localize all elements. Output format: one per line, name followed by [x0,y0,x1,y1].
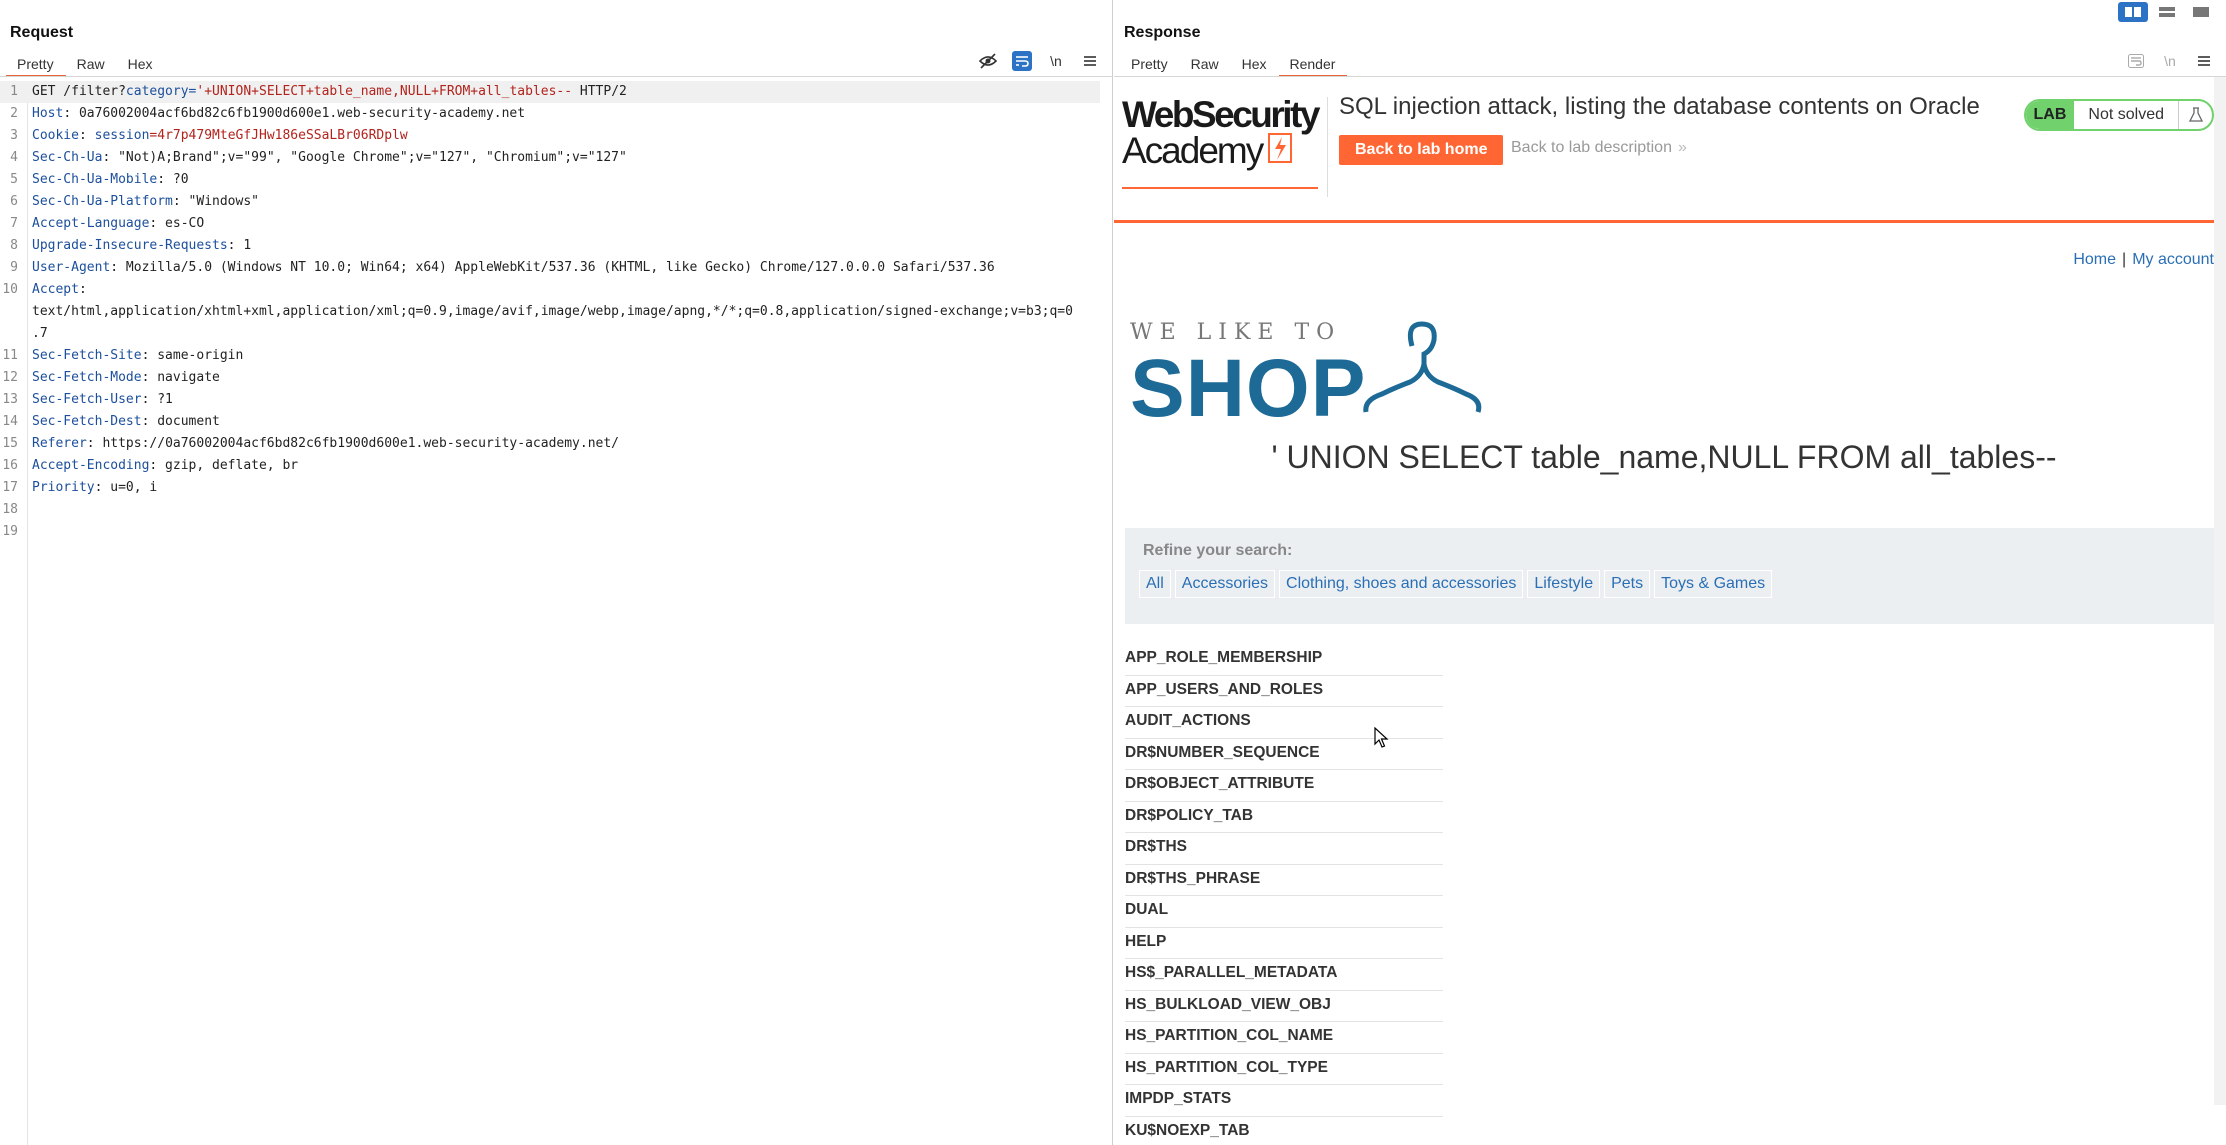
table-row: HELP [1125,928,1443,959]
code-line: 10 Accept: [2,282,87,297]
tab-hex[interactable]: Hex [117,52,165,76]
academy-logo: WebSecurity Academy [1122,96,1322,189]
code-line: 19 [2,524,18,539]
request-tools: \n [978,50,1100,72]
request-panel: Request Pretty Raw Hex \n 1 GET /filter?c… [0,0,1113,1145]
table-names-list: APP_ROLE_MEMBERSHIP APP_USERS_AND_ROLES … [1125,644,1443,1145]
lab-header: WebSecurity Academy SQL injection attack… [1114,77,2214,223]
back-to-lab-home-button[interactable]: Back to lab home [1339,135,1504,165]
tab-pretty[interactable]: Pretty [6,52,66,77]
tab-raw[interactable]: Raw [1180,52,1231,76]
code-line: 17 Priority: u=0, i [2,480,158,495]
response-tabs: Pretty Raw Hex Render [1120,52,1348,77]
table-row: HS_BULKLOAD_VIEW_OBJ [1125,991,1443,1022]
wrap-disabled-icon[interactable] [2126,51,2146,71]
code-line: 5 Sec-Ch-Ua-Mobile: ?0 [10,172,189,187]
newline-toggle[interactable]: \n [1046,51,1066,71]
code-line: 18 [2,502,18,517]
table-row: DR$OBJECT_ATTRIBUTE [1125,770,1443,802]
table-row: IMPDP_STATS [1125,1085,1443,1117]
table-row: DR$THS_PHRASE [1125,865,1443,896]
status-text: Not solved [2088,106,2164,123]
bolt-icon [1268,133,1293,169]
table-row: HS_PARTITION_COL_TYPE [1125,1054,1443,1085]
double-chevron-icon: » [1677,139,1687,156]
lab-title: SQL injection attack, listing the databa… [1339,93,1980,120]
table-row: KU$NOEXP_TAB [1125,1121,1250,1139]
code-line: text/html,application/xhtml+xml,applicat… [32,304,1073,319]
search-heading: ' UNION SELECT table_name,NULL FROM all_… [1271,439,2057,475]
code-line: 12 Sec-Fetch-Mode: navigate [2,370,220,385]
hanger-icon [1363,321,1482,413]
tab-hex[interactable]: Hex [1231,52,1279,76]
top-nav: Home | My account [2073,251,2214,268]
menu-icon[interactable] [1080,51,1100,71]
code-line: 4 Sec-Ch-Ua: "Not)A;Brand";v="99", "Googl… [10,150,627,165]
table-row: APP_USERS_AND_ROLES [1125,676,1443,707]
filter-title: Refine your search: [1143,542,1293,559]
code-line: 3 Cookie: session=4r7p479MteGfJHw186eSSaL… [10,128,408,143]
code-line: 15 Referer: https://0a76002004acf6bd82c6f… [2,436,620,451]
filter-link-all[interactable]: All [1139,570,1171,598]
tab-render[interactable]: Render [1278,52,1348,77]
code-line: 6 Sec-Ch-Ua-Platform: "Windows" [10,194,259,209]
filter-link-lifestyle[interactable]: Lifestyle [1527,570,1601,598]
code-line: 14 Sec-Fetch-Dest: document [2,414,220,429]
mouse-cursor-icon [1374,727,1389,748]
tab-raw[interactable]: Raw [66,52,117,76]
newline-toggle[interactable]: \n [2160,51,2180,71]
table-row: DUAL [1125,896,1443,928]
response-panel: Response Pretty Raw Hex Render \n WebSec… [1114,0,2226,1145]
table-row: HS_PARTITION_COL_NAME [1125,1022,1443,1054]
response-title: Response [1124,24,1201,41]
code-line: .7 [32,326,48,341]
back-to-lab-description-link[interactable]: Back to lab description» [1511,139,1687,157]
code-line: 1 GET /filter?category='+UNION+SELECT+tab… [0,81,1100,103]
table-row: DR$POLICY_TAB [1125,802,1443,833]
request-title: Request [10,24,74,41]
request-tabs: Pretty Raw Hex [6,52,165,77]
code-line: 16 Accept-Encoding: gzip, deflate, br [2,458,299,473]
code-line: 9 User-Agent: Mozilla/5.0 (Windows NT 10.… [10,260,995,275]
filter-link-accessories[interactable]: Accessories [1174,570,1276,598]
table-row: HS$_PARALLEL_METADATA [1125,959,1443,991]
code-line: 2 Host: 0a76002004acf6bd82c6fb1900d600e1.… [10,106,526,121]
tab-pretty[interactable]: Pretty [1120,52,1180,76]
request-editor[interactable]: 1 GET /filter?category='+UNION+SELECT+tab… [0,81,1112,1145]
render-scrollbar[interactable] [2214,77,2226,1105]
code-line: 13 Sec-Fetch-User: ?1 [2,392,173,407]
lab-badge: LAB [2025,101,2075,129]
filter-section: Refine your search: All Accessories Clot… [1125,528,2214,624]
code-line: 8 Upgrade-Insecure-Requests: 1 [10,238,252,253]
flask-icon [2178,101,2212,129]
table-row: DR$NUMBER_SEQUENCE [1125,739,1443,770]
wrap-icon[interactable] [1012,51,1032,71]
filter-link-toys-games[interactable]: Toys & Games [1654,570,1773,598]
menu-icon[interactable] [2194,51,2214,71]
table-row: DR$THS [1125,833,1443,865]
hide-icon[interactable] [978,51,998,71]
code-line: 7 Accept-Language: es-CO [10,216,205,231]
table-row: APP_ROLE_MEMBERSHIP [1125,644,1443,676]
filter-link-clothing[interactable]: Clothing, shoes and accessories [1279,570,1524,598]
shop-logo: WE LIKE TO SHOP [1130,320,1482,434]
table-row: AUDIT_ACTIONS [1125,707,1443,739]
response-tools: \n [2126,50,2214,72]
rendered-page: WebSecurity Academy SQL injection attack… [1114,77,2214,1145]
my-account-link[interactable]: My account [2132,251,2214,268]
code-line: 11 Sec-Fetch-Site: same-origin [2,348,244,363]
lab-status-widget: LAB Not solved [2023,99,2214,131]
filter-link-pets[interactable]: Pets [1604,570,1651,598]
home-link[interactable]: Home [2073,251,2116,268]
